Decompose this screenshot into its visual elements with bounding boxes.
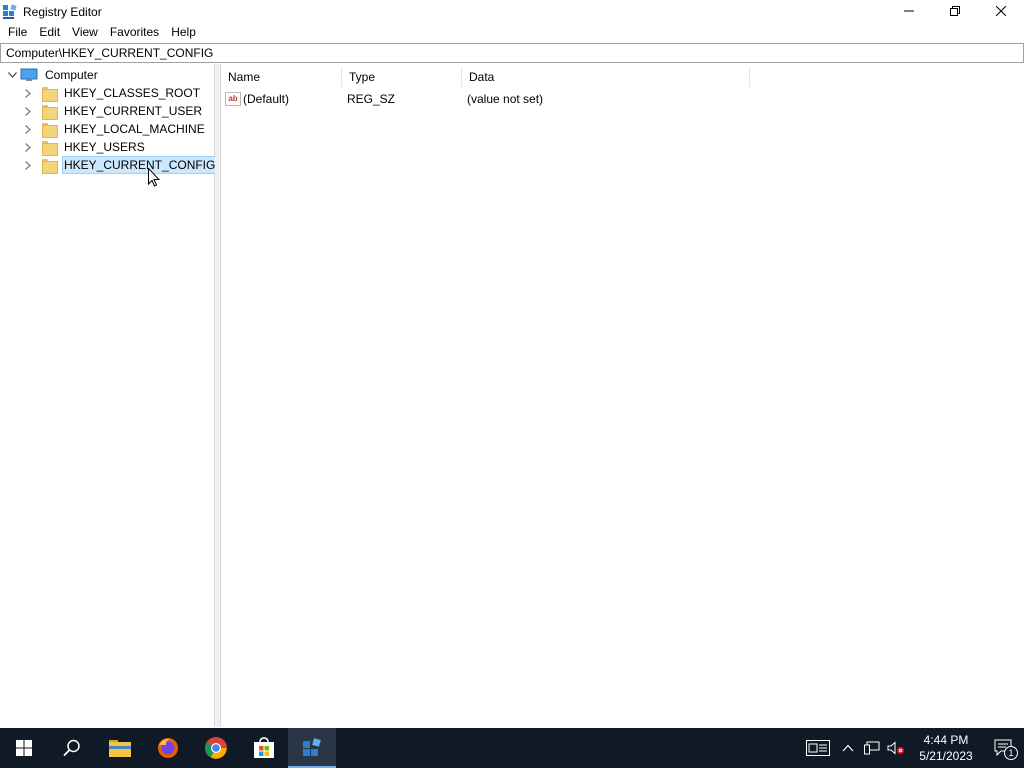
- network-button[interactable]: [860, 728, 884, 768]
- taskbar: 4:44 PM 5/21/2023 1: [0, 728, 1024, 768]
- action-center-button[interactable]: 1: [984, 728, 1024, 768]
- folder-icon: [42, 158, 58, 174]
- menu-favorites[interactable]: Favorites: [104, 23, 165, 42]
- tree-label-computer: Computer: [45, 68, 98, 82]
- title-bar: Registry Editor: [0, 0, 1024, 23]
- value-type: REG_SZ: [347, 92, 396, 106]
- values-list-pane[interactable]: Name Type Data ab (Default) REG_SZ (valu…: [220, 64, 1024, 727]
- close-icon: [996, 6, 1006, 16]
- value-name: (Default): [243, 92, 290, 106]
- registry-editor-taskbar-button[interactable]: [288, 728, 336, 768]
- expander-closed-icon[interactable]: [22, 141, 34, 153]
- minimize-button[interactable]: [886, 0, 932, 22]
- firefox-icon: [158, 738, 178, 758]
- list-header: Name Type Data: [221, 67, 750, 87]
- expander-open-icon[interactable]: [6, 69, 18, 81]
- restore-button[interactable]: [932, 0, 978, 22]
- start-button[interactable]: [0, 728, 48, 768]
- clock-time: 4:44 PM: [923, 733, 969, 747]
- folder-icon: [42, 86, 58, 102]
- tree-label: HKEY_CURRENT_USER: [64, 104, 203, 118]
- registry-editor-icon: [303, 738, 321, 756]
- expander-closed-icon[interactable]: [22, 159, 34, 171]
- address-bar[interactable]: Computer\HKEY_CURRENT_CONFIG: [0, 43, 1024, 63]
- notification-count-badge: 1: [1004, 746, 1018, 760]
- window-controls: [886, 0, 1024, 23]
- microsoft-store-icon: [254, 737, 274, 758]
- chrome-icon: [205, 737, 227, 759]
- folder-icon: [42, 104, 58, 120]
- expander-closed-icon[interactable]: [22, 87, 34, 99]
- close-button[interactable]: [978, 0, 1024, 22]
- string-value-icon: ab: [225, 92, 241, 106]
- tree-item-hkey-local-machine[interactable]: HKEY_LOCAL_MACHINE: [22, 120, 207, 138]
- news-icon: [806, 740, 830, 756]
- chevron-up-icon: [842, 744, 854, 752]
- chrome-button[interactable]: [192, 728, 240, 768]
- network-icon: [864, 741, 880, 755]
- menu-help[interactable]: Help: [165, 23, 202, 42]
- key-tree-pane[interactable]: Computer HKEY_CLASSES_ROOT HKEY_CURRENT_…: [0, 64, 218, 727]
- clock[interactable]: 4:44 PM 5/21/2023: [908, 732, 984, 764]
- expander-closed-icon[interactable]: [22, 123, 34, 135]
- address-path: Computer\HKEY_CURRENT_CONFIG: [6, 46, 214, 60]
- file-explorer-icon: [109, 740, 131, 757]
- menu-edit[interactable]: Edit: [33, 23, 66, 42]
- news-widget-button[interactable]: [800, 728, 836, 768]
- volume-muted-icon: [887, 741, 904, 755]
- tree-label: HKEY_LOCAL_MACHINE: [64, 122, 205, 136]
- tree-item-computer[interactable]: Computer: [6, 66, 100, 84]
- windows-logo-icon: [16, 740, 32, 756]
- volume-button[interactable]: [884, 728, 908, 768]
- expander-closed-icon[interactable]: [22, 105, 34, 117]
- column-header-type[interactable]: Type: [342, 67, 462, 87]
- window-title: Registry Editor: [23, 4, 102, 19]
- value-data: (value not set): [467, 92, 544, 106]
- folder-icon: [42, 140, 58, 156]
- folder-icon: [42, 122, 58, 138]
- menu-file[interactable]: File: [2, 23, 33, 42]
- tree-label: HKEY_CLASSES_ROOT: [64, 86, 201, 100]
- system-tray: 4:44 PM 5/21/2023 1: [800, 728, 1024, 768]
- menu-view[interactable]: View: [66, 23, 104, 42]
- file-explorer-button[interactable]: [96, 728, 144, 768]
- tree-item-hkey-current-config[interactable]: HKEY_CURRENT_CONFIG: [22, 156, 218, 174]
- list-row[interactable]: ab (Default) REG_SZ (value not set): [225, 90, 543, 108]
- computer-icon: [20, 68, 38, 81]
- minimize-icon: [904, 10, 914, 12]
- tree-item-hkey-current-user[interactable]: HKEY_CURRENT_USER: [22, 102, 204, 120]
- mouse-cursor-icon: [148, 168, 160, 187]
- menu-bar: File Edit View Favorites Help: [0, 23, 1024, 42]
- tree-label-selected: HKEY_CURRENT_CONFIG: [62, 156, 218, 174]
- restore-icon: [950, 6, 960, 16]
- tree-item-hkey-classes-root[interactable]: HKEY_CLASSES_ROOT: [22, 84, 202, 102]
- registry-editor-app-icon: [3, 3, 17, 19]
- column-header-name[interactable]: Name: [221, 67, 342, 87]
- search-button[interactable]: [48, 728, 96, 768]
- search-icon: [63, 739, 80, 757]
- microsoft-store-button[interactable]: [240, 728, 288, 768]
- clock-date: 5/21/2023: [919, 749, 973, 763]
- tree-label: HKEY_USERS: [64, 140, 145, 154]
- tree-item-hkey-users[interactable]: HKEY_USERS: [22, 138, 147, 156]
- column-header-data[interactable]: Data: [462, 67, 750, 87]
- firefox-button[interactable]: [144, 728, 192, 768]
- show-hidden-icons-button[interactable]: [836, 728, 860, 768]
